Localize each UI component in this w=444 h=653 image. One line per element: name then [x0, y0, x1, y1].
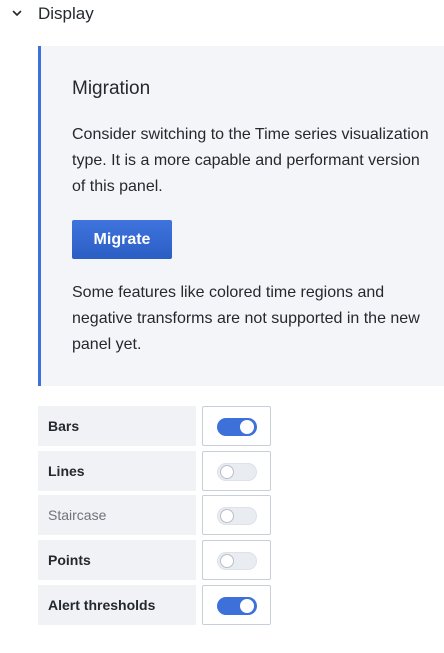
chevron-down-icon	[12, 10, 22, 16]
staircase-toggle[interactable]	[217, 507, 257, 525]
lines-switch[interactable]	[202, 451, 271, 491]
display-section-header[interactable]: Display	[0, 0, 444, 28]
switch-row-lines: Lines	[38, 451, 271, 491]
migration-title: Migration	[72, 78, 151, 99]
switch-label-alert-thresholds: Alert thresholds	[38, 585, 196, 625]
migration-description: Consider switching to the Time series vi…	[72, 126, 429, 195]
migrate-button[interactable]: Migrate	[72, 220, 172, 259]
points-toggle[interactable]	[217, 552, 257, 570]
switch-label-bars: Bars	[38, 406, 196, 446]
migration-notice: Migration Consider switching to the Time…	[38, 46, 444, 386]
switch-label-points: Points	[38, 540, 196, 580]
switch-label-lines: Lines	[38, 451, 196, 491]
bars-toggle[interactable]	[217, 418, 257, 436]
toggle-knob	[220, 509, 234, 523]
switch-row-points: Points	[38, 540, 271, 580]
toggle-knob	[240, 599, 254, 613]
alert-thresholds-toggle[interactable]	[217, 597, 257, 615]
switch-row-alert-thresholds: Alert thresholds	[38, 585, 271, 625]
switch-row-staircase: Staircase	[38, 495, 271, 535]
migration-note: Some features like colored time regions …	[72, 284, 420, 353]
toggle-knob	[220, 465, 234, 479]
staircase-switch[interactable]	[202, 495, 271, 535]
lines-toggle[interactable]	[217, 463, 257, 481]
bars-switch[interactable]	[202, 406, 271, 446]
switch-label-staircase: Staircase	[38, 495, 196, 535]
toggle-knob	[240, 420, 254, 434]
points-switch[interactable]	[202, 540, 271, 580]
toggle-knob	[220, 554, 234, 568]
alert-thresholds-switch[interactable]	[202, 585, 271, 625]
switch-row-bars: Bars	[38, 406, 271, 446]
section-title: Display	[38, 4, 94, 23]
